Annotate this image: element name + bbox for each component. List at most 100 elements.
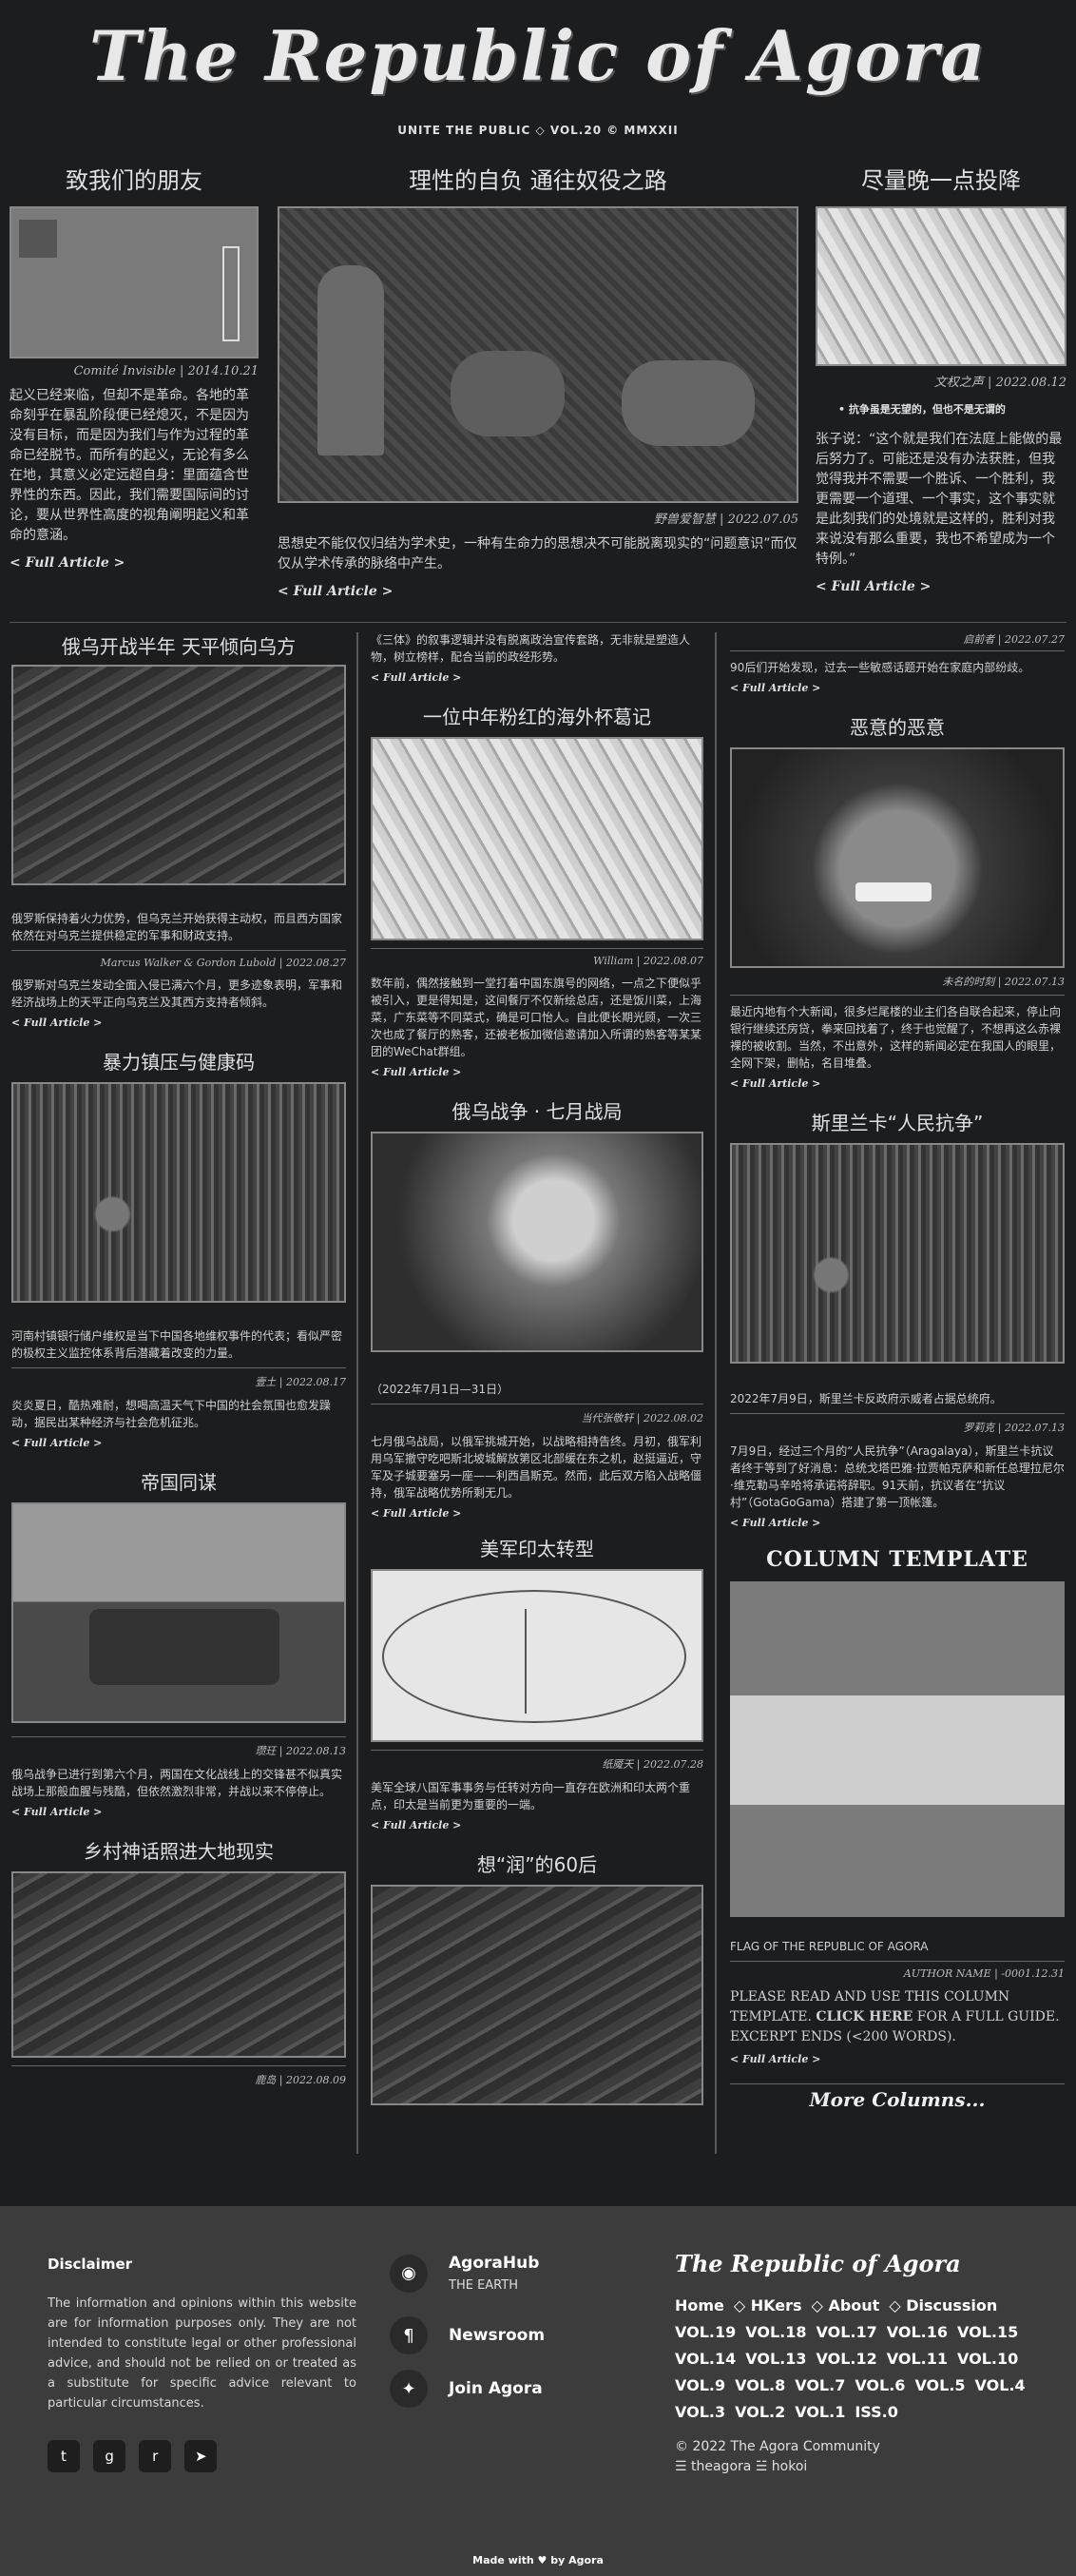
handles: ☰ theagora ☱ hokoi [675,2459,808,2474]
full-article-link[interactable]: < Full Article > [730,1077,820,1090]
article-excerpt: 最近内地有个大新闻，很多烂尾楼的业主们各自联合起来，停止向银行继续还房贷，拳来回… [730,1005,1062,1070]
full-article-link[interactable]: < Full Article > [816,579,931,594]
link-label[interactable]: Join Agora [449,2379,543,2398]
link-label[interactable]: AgoraHub [449,2254,539,2273]
volume-link[interactable]: VOL.16 [887,2323,948,2341]
full-article-link[interactable]: < Full Article > [730,1517,820,1529]
full-article-link[interactable]: < Full Article > [278,584,393,599]
article-title[interactable]: 俄乌战争 · 七月战局 [371,1096,703,1124]
telegram-icon[interactable]: ➤ [184,2440,218,2472]
full-article-link[interactable]: < Full Article > [371,1066,461,1078]
volume-link[interactable]: VOL.18 [745,2323,806,2341]
full-article-link[interactable]: < Full Article > [371,671,461,684]
divider [371,948,703,949]
volume-link[interactable]: VOL.14 [675,2350,736,2368]
volume-link[interactable]: VOL.15 [957,2323,1018,2341]
guide-link[interactable]: CLICK HERE [816,2009,913,2024]
disclaimer-text: The information and opinions within this… [48,2296,356,2411]
footer-link-join[interactable]: ✦ Join Agora [390,2370,543,2408]
column-left: 俄乌开战半年 天平倾向乌方 俄罗斯保持着火力优势，但乌克兰开始获得主动权，而且西… [11,631,346,2087]
article-title[interactable]: 美军印太转型 [371,1534,703,1561]
volume-link[interactable]: VOL.10 [957,2350,1018,2368]
full-article-link[interactable]: < Full Article > [11,1437,102,1449]
made-with-credit: Made with ♥ by Agora [472,2554,604,2566]
paragraph-icon: ¶ [390,2316,428,2354]
full-article-link[interactable]: < Full Article > [11,1017,102,1029]
divider [730,2083,1065,2084]
nav-home[interactable]: Home [675,2296,724,2315]
volume-link[interactable]: VOL.4 [975,2376,1026,2394]
volume-link[interactable]: VOL.3 [675,2403,725,2421]
article-image [11,1082,346,1303]
flag-stripe-bottom [730,1805,1065,1917]
article-caption: 俄罗斯保持着火力优势，但乌克兰开始获得主动权，而且西方国家依然在对乌克兰提供稳定… [11,912,343,942]
section-divider [10,622,1066,623]
nav-about[interactable]: About [828,2296,879,2315]
full-article-link[interactable]: < Full Article > [371,1819,461,1831]
flag-stripe-middle [730,1695,1065,1805]
article-title[interactable]: 乡村神话照进大地现实 [11,1836,346,1864]
more-columns-link[interactable]: More Columns... [730,2088,1065,2111]
article-title[interactable]: 暴力镇压与健康码 [11,1047,346,1075]
article-title[interactable]: 帝国同谋 [11,1467,346,1495]
article-image [730,1143,1065,1364]
full-article-link[interactable]: < Full Article > [371,1507,461,1520]
column-middle: 《三体》的叙事逻辑并没有脱离政治宣传套路，无非就是塑造人物，树立榜样，配合当前的… [371,631,703,2105]
divider [730,650,1065,651]
volume-link[interactable]: VOL.11 [887,2350,948,2368]
twitter-icon[interactable]: t [48,2440,80,2472]
volume-link[interactable]: VOL.13 [745,2350,806,2368]
article-title[interactable]: 尽量晚一点投降 [816,162,1066,195]
volume-link[interactable]: VOL.1 [795,2403,845,2421]
article-title[interactable]: 致我们的朋友 [10,162,259,195]
volume-link[interactable]: VOL.12 [817,2350,877,2368]
flag-stripe-top [730,1581,1065,1695]
article-byline: William | 2022.08.07 [593,955,703,967]
volume-link[interactable]: VOL.17 [817,2323,877,2341]
article-title[interactable]: 一位中年粉红的海外杯葛记 [371,702,703,729]
article-title[interactable]: 恶意的恶意 [730,712,1065,740]
full-article-link[interactable]: < Full Article > [11,1806,102,1818]
article-excerpt: 起义已经来临，但却不是革命。各地的革命刻乎在暴乱阶段便已经熄灭，不是因为没有目标… [10,388,249,543]
article-excerpt: 思想史不能仅仅归结为学术史，一种有生命力的思想决不可能脱离现实的“问题意识”而仅… [278,536,797,571]
article-bullet: • 抗争虽是无望的，但也不是无谓的 [838,403,1006,416]
volume-link[interactable]: VOL.8 [735,2376,785,2394]
volume-link[interactable]: VOL.19 [675,2323,736,2341]
article-byline: 未名的时刻 | 2022.07.13 [942,976,1065,988]
volume-link[interactable]: VOL.7 [795,2376,845,2394]
article-byline: 启前者 | 2022.07.27 [963,633,1065,646]
volume-link[interactable]: VOL.6 [855,2376,905,2394]
volume-link[interactable]: VOL.9 [675,2376,725,2394]
full-article-link[interactable]: < Full Article > [10,555,125,571]
volume-link[interactable]: VOL.2 [735,2403,785,2421]
site-title[interactable]: The Republic of Agora [0,13,1076,99]
featured-article-2: 理性的自负 通往奴役之路 野兽爱智慧 | 2022.07.05 思想史不能仅仅归… [278,162,798,599]
full-article-link[interactable]: < Full Article > [730,2053,820,2065]
github-icon[interactable]: g [93,2440,126,2472]
reddit-icon[interactable]: r [139,2440,172,2472]
footer-brand[interactable]: The Republic of Agora [675,2250,1036,2277]
article-image [278,206,798,503]
template-excerpt: PLEASE READ AND USE THIS COLUMN TEMPLATE… [730,1987,1065,2047]
article-title[interactable]: 理性的自负 通往奴役之路 [278,162,798,195]
full-article-link[interactable]: < Full Article > [730,682,820,694]
footer-link-newsroom[interactable]: ¶ Newsroom [390,2316,545,2354]
article-title[interactable]: 想“润”的60后 [371,1850,703,1877]
nav-hkers[interactable]: HKers [751,2296,802,2315]
article-excerpt: 数年前，偶然接触到一堂打着中国东旗号的网络，一点之下便似乎被引入，更是得知是，这… [371,977,702,1058]
footer-nav: The Republic of Agora Home ◇ HKers ◇ About… [675,2250,1036,2477]
volume-row: VOL.14 VOL.13 VOL.12 VOL.11 VOL.10 [675,2346,1036,2373]
article-excerpt: 七月俄乌战局，以俄军挑城开始，以战略相持告终。月初，俄军利用乌军撤守吃吧斯北坡城… [371,1435,702,1500]
template-title[interactable]: COLUMN TEMPLATE [730,1547,1065,1572]
article-byline: AUTHOR NAME | -0001.12.31 [903,1967,1065,1980]
volume-link[interactable]: ISS.0 [855,2403,898,2421]
featured-row: 致我们的朋友 Comité Invisible | 2014.10.21 起义已… [10,162,1066,618]
footer-link-agorahub[interactable]: ◉ AgoraHub THE EARTH [390,2254,539,2293]
volume-link[interactable]: VOL.5 [914,2376,965,2394]
article-byline: 纸魇天 | 2022.07.28 [602,1758,703,1771]
article-title[interactable]: 俄乌开战半年 天平倾向乌方 [11,631,346,659]
link-label[interactable]: Newsroom [449,2326,545,2345]
article-title[interactable]: 斯里兰卡“人民抗争” [730,1108,1065,1135]
footer: Disclaimer The information and opinions … [0,2206,1076,2576]
nav-discussion[interactable]: Discussion [906,2296,997,2315]
